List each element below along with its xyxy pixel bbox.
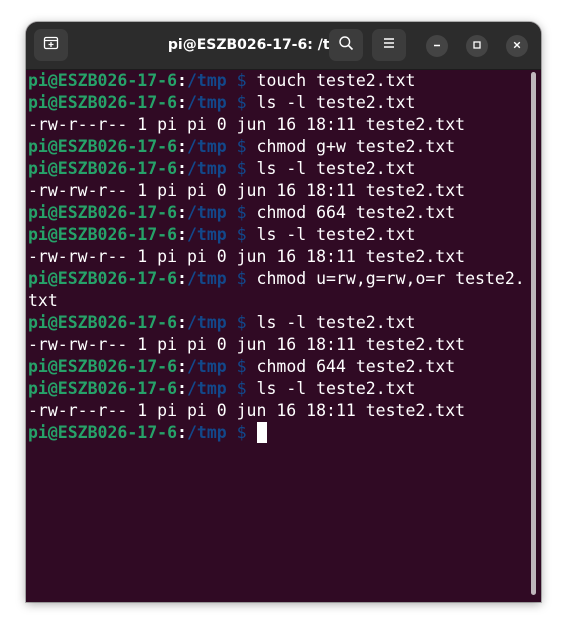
prompt-symbol: $ [226,71,257,90]
prompt-separator: : [177,269,187,288]
prompt-line: pi@ESZB026-17-6:/tmp $ [28,422,528,444]
prompt-line: pi@ESZB026-17-6:/tmp $ ls -l teste2.txt [28,378,528,400]
prompt-symbol: $ [226,269,257,288]
prompt-user: pi@ESZB026-17-6 [28,269,178,288]
prompt-user: pi@ESZB026-17-6 [28,313,178,332]
title-bar: pi@ESZB026-17-6: /tmp [26,22,541,70]
prompt-user: pi@ESZB026-17-6 [28,379,178,398]
prompt-user: pi@ESZB026-17-6 [28,71,178,90]
prompt-separator: : [177,423,187,442]
maximize-button[interactable] [466,35,488,57]
prompt-line: pi@ESZB026-17-6:/tmp $ chmod 644 teste2.… [28,356,528,378]
scrollbar[interactable] [531,72,536,595]
prompt-symbol: $ [226,423,257,442]
prompt-path: /tmp [186,203,227,222]
output-line: -rw-rw-r-- 1 pi pi 0 jun 16 18:11 teste2… [28,180,528,202]
prompt-path: /tmp [186,159,227,178]
prompt-separator: : [177,203,187,222]
prompt-user: pi@ESZB026-17-6 [28,423,178,442]
prompt-separator: : [177,313,187,332]
prompt-line: pi@ESZB026-17-6:/tmp $ ls -l teste2.txt [28,158,528,180]
prompt-symbol: $ [226,379,257,398]
prompt-symbol: $ [226,137,257,156]
output-text: txt [28,291,58,310]
new-tab-button[interactable] [34,29,68,61]
output-text: -rw-rw-r-- 1 pi pi 0 jun 16 18:11 teste2… [28,335,466,354]
command-text: ls -l teste2.txt [256,379,416,398]
output-line: -rw-rw-r-- 1 pi pi 0 jun 16 18:11 teste2… [28,246,528,268]
output-text: -rw-rw-r-- 1 pi pi 0 jun 16 18:11 teste2… [28,181,466,200]
prompt-symbol: $ [226,203,257,222]
prompt-user: pi@ESZB026-17-6 [28,225,178,244]
prompt-path: /tmp [186,71,227,90]
search-button[interactable] [329,29,363,61]
prompt-separator: : [177,137,187,156]
prompt-path: /tmp [186,379,227,398]
prompt-user: pi@ESZB026-17-6 [28,93,178,112]
prompt-symbol: $ [226,159,257,178]
terminal-window: pi@ESZB026-17-6: /tmp pi@ESZB026-17-6:/t… [26,22,541,602]
prompt-path: /tmp [186,269,227,288]
command-text: chmod 664 teste2.txt [256,203,456,222]
command-text: chmod 644 teste2.txt [256,357,456,376]
prompt-path: /tmp [186,313,227,332]
prompt-line: pi@ESZB026-17-6:/tmp $ ls -l teste2.txt [28,224,528,246]
command-text: ls -l teste2.txt [256,159,416,178]
prompt-user: pi@ESZB026-17-6 [28,137,178,156]
output-text: -rw-r--r-- 1 pi pi 0 jun 16 18:11 teste2… [28,115,466,134]
minimize-icon [432,37,442,55]
prompt-path: /tmp [186,93,227,112]
output-text: -rw-rw-r-- 1 pi pi 0 jun 16 18:11 teste2… [28,247,466,266]
prompt-user: pi@ESZB026-17-6 [28,203,178,222]
prompt-line: pi@ESZB026-17-6:/tmp $ chmod 664 teste2.… [28,202,528,224]
menu-button[interactable] [372,29,406,61]
output-line: txt [28,290,528,312]
prompt-path: /tmp [186,225,227,244]
prompt-line: pi@ESZB026-17-6:/tmp $ touch teste2.txt [28,70,528,92]
prompt-user: pi@ESZB026-17-6 [28,159,178,178]
prompt-path: /tmp [186,423,227,442]
command-text: ls -l teste2.txt [256,313,416,332]
output-line: -rw-r--r-- 1 pi pi 0 jun 16 18:11 teste2… [28,400,528,422]
command-text: ls -l teste2.txt [256,93,416,112]
search-icon [338,35,354,56]
new-tab-icon [43,35,59,56]
prompt-line: pi@ESZB026-17-6:/tmp $ ls -l teste2.txt [28,312,528,334]
terminal-cursor [256,422,267,443]
prompt-line: pi@ESZB026-17-6:/tmp $ chmod u=rw,g=rw,o… [28,268,528,290]
prompt-separator: : [177,225,187,244]
prompt-separator: : [177,71,187,90]
prompt-symbol: $ [226,225,257,244]
prompt-line: pi@ESZB026-17-6:/tmp $ ls -l teste2.txt [28,92,528,114]
prompt-separator: : [177,357,187,376]
terminal-output[interactable]: pi@ESZB026-17-6:/tmp $ touch teste2.txt p… [28,70,528,444]
maximize-icon [472,37,482,55]
hamburger-menu-icon [382,36,396,55]
prompt-path: /tmp [186,357,227,376]
prompt-line: pi@ESZB026-17-6:/tmp $ chmod g+w teste2.… [28,136,528,158]
output-text: -rw-r--r-- 1 pi pi 0 jun 16 18:11 teste2… [28,401,466,420]
minimize-button[interactable] [426,35,448,57]
command-text: chmod u=rw,g=rw,o=r teste2. [256,269,525,288]
prompt-path: /tmp [186,137,227,156]
output-line: -rw-rw-r-- 1 pi pi 0 jun 16 18:11 teste2… [28,334,528,356]
close-button[interactable] [506,35,528,57]
prompt-user: pi@ESZB026-17-6 [28,357,178,376]
prompt-separator: : [177,93,187,112]
close-icon [512,37,522,55]
command-text: ls -l teste2.txt [256,225,416,244]
prompt-symbol: $ [226,93,257,112]
prompt-symbol: $ [226,313,257,332]
prompt-separator: : [177,379,187,398]
command-text: chmod g+w teste2.txt [256,137,456,156]
prompt-separator: : [177,159,187,178]
command-text: touch teste2.txt [256,71,416,90]
output-line: -rw-r--r-- 1 pi pi 0 jun 16 18:11 teste2… [28,114,528,136]
prompt-symbol: $ [226,357,257,376]
